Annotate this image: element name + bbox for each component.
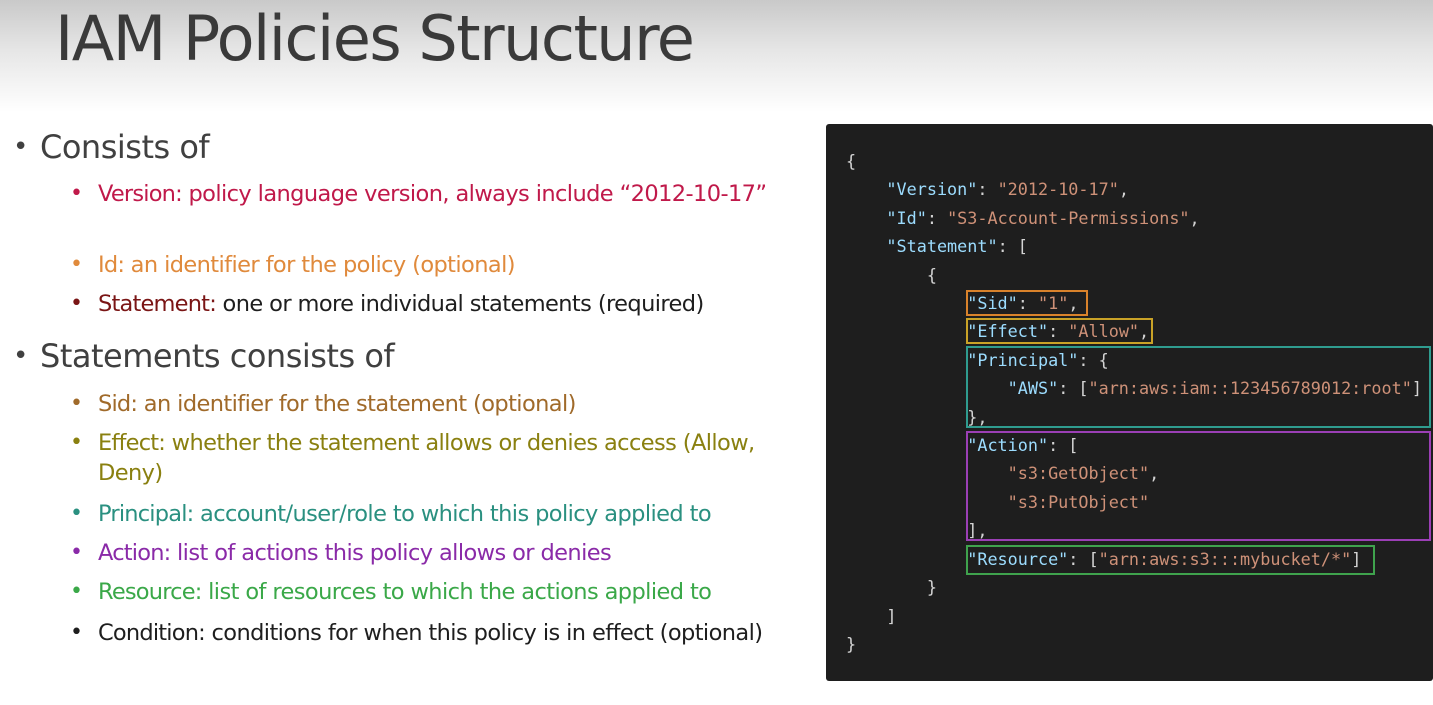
list-item-principal: • Principal: account/user/role to which … [70,499,778,529]
list-item-statement: • Statement: one or more individual stat… [70,289,778,319]
item-text: policy language version, always include … [188,181,767,207]
bullet-dot: • [70,540,83,565]
statement-key: "Statement" [886,236,998,257]
item-label: Statement: [98,291,217,317]
bullet-dot: • [70,620,83,645]
item-label: Id: [98,252,125,278]
bullet-dot: • [70,391,83,416]
bullet-dot: • [70,252,83,277]
item-text: account/user/role to which this policy a… [200,501,712,527]
item-label: Resource: [98,579,202,605]
item-text: an identifier for the statement (optiona… [143,391,577,417]
list-item-condition: • Condition: conditions for when this po… [70,618,778,648]
item-text: one or more individual statements (requi… [222,291,705,317]
list-item-sid: • Sid: an identifier for the statement (… [70,389,778,419]
list-item-version: • Version: policy language version, alwa… [70,179,778,209]
bullet-dot: • [70,579,83,604]
sid-highlight-box [966,290,1088,316]
version-value: "2012-10-17" [997,179,1119,200]
item-text: whether the statement allows or denies a… [98,430,755,486]
bullet-dot: • [70,291,83,316]
page-title: IAM Policies Structure [55,2,695,75]
item-text: conditions for when this policy is in ef… [211,620,764,646]
statement-close-brace: } [926,577,937,598]
list-item-action: • Action: list of actions this policy al… [70,538,778,568]
item-text: list of actions this policy allows or de… [177,540,612,566]
close-brace: } [846,633,857,654]
action-highlight-box [966,431,1431,541]
principal-highlight-box [966,346,1431,428]
resource-highlight-box [966,545,1375,575]
item-text: an identifier for the policy (optional) [130,252,516,278]
item-label: Action: [98,540,171,566]
list-item-id: • Id: an identifier for the policy (opti… [70,250,778,280]
bullet-dot: • [70,501,83,526]
id-value: "S3-Account-Permissions" [947,207,1190,228]
array-close: ] [886,605,897,626]
section-heading-statements: Statements consists of [13,338,395,374]
item-label: Principal: [98,501,194,527]
list-item-effect: • Effect: whether the statement allows o… [70,428,778,488]
list-item-resource: • Resource: list of resources to which t… [70,577,778,607]
item-text: list of resources to which the actions a… [208,579,712,605]
item-label: Sid: [98,391,138,417]
statement-open-brace: { [926,264,937,285]
item-label: Effect: [98,430,166,456]
item-label: Condition: [98,620,206,646]
id-key: "Id" [886,207,927,228]
item-label: Version: [98,181,183,207]
section-heading-consists: Consists of [13,129,210,165]
effect-highlight-box [966,318,1153,344]
bullet-dot: • [70,181,83,206]
open-brace: { [846,151,857,171]
version-key: "Version" [886,179,978,200]
bullet-dot: • [70,430,83,455]
